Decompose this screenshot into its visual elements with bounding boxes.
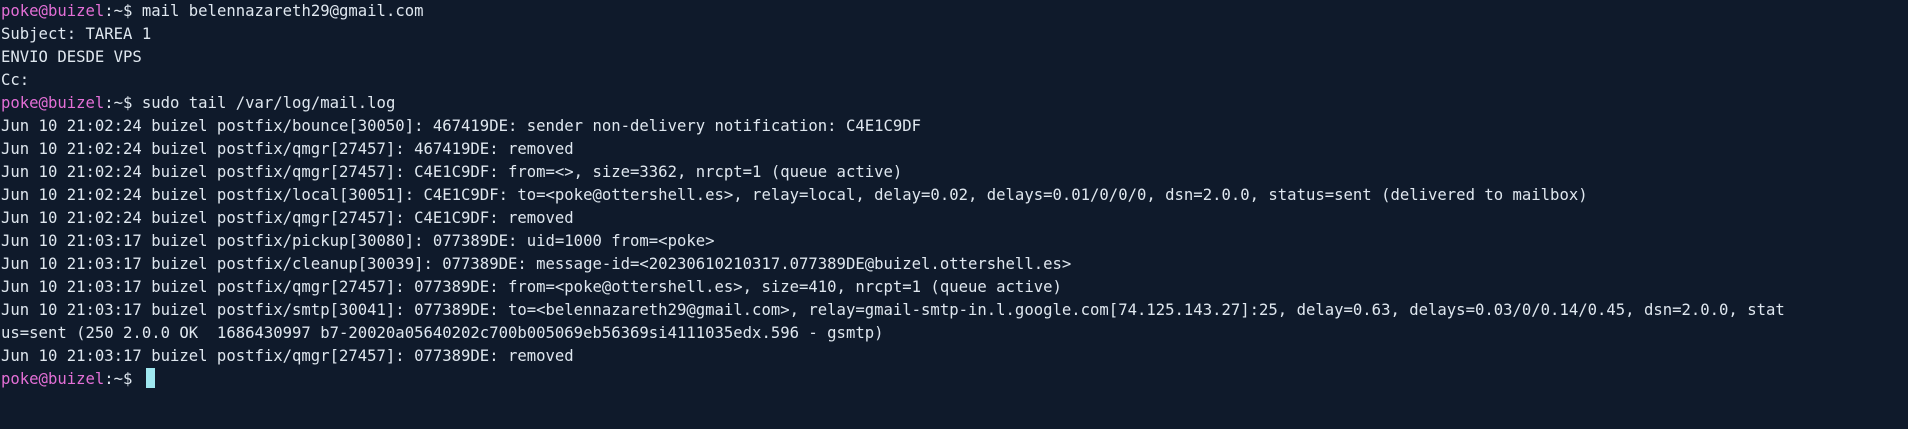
prompt-path: :~$ (104, 2, 142, 20)
log-line: Jun 10 21:02:24 buizel postfix/qmgr[2745… (1, 163, 903, 181)
log-line: Jun 10 21:02:24 buizel postfix/qmgr[2745… (1, 209, 574, 227)
log-line: Jun 10 21:03:17 buizel postfix/qmgr[2745… (1, 347, 574, 365)
log-line: Jun 10 21:03:17 buizel postfix/qmgr[2745… (1, 278, 1062, 296)
log-line: Jun 10 21:02:24 buizel postfix/bounce[30… (1, 117, 922, 135)
prompt-path: :~$ (104, 94, 142, 112)
prompt-user-host: poke@buizel (1, 94, 105, 112)
prompt-path: :~$ (104, 370, 142, 388)
terminal-line-prompt: poke@buizel:~$ sudo tail /var/log/mail.l… (1, 92, 1908, 115)
log-line: Jun 10 21:03:17 buizel postfix/cleanup[3… (1, 255, 1072, 273)
command-text: mail belennazareth29@gmail.com (141, 2, 424, 20)
terminal-output-line: ENVIO DESDE VPS (1, 48, 142, 66)
text-cursor (145, 368, 155, 388)
terminal-window[interactable]: poke@buizel:~$ mail belennazareth29@gmai… (0, 0, 1908, 429)
command-text: sudo tail /var/log/mail.log (141, 94, 396, 112)
prompt-user-host: poke@buizel (1, 370, 105, 388)
log-line: Jun 10 21:02:24 buizel postfix/local[300… (1, 186, 1588, 204)
log-line: Jun 10 21:03:17 buizel postfix/smtp[3004… (1, 301, 1785, 319)
log-line-wrapped: us=sent (250 2.0.0 OK 1686430997 b7-2002… (1, 324, 884, 342)
log-line: Jun 10 21:02:24 buizel postfix/qmgr[2745… (1, 140, 574, 158)
terminal-output-line: Subject: TAREA 1 (1, 25, 152, 43)
terminal-output-line: Cc: (1, 71, 30, 89)
log-line: Jun 10 21:03:17 buizel postfix/pickup[30… (1, 232, 715, 250)
prompt-user-host: poke@buizel (1, 2, 105, 20)
terminal-line-prompt-active[interactable]: poke@buizel:~$ (1, 368, 1908, 391)
terminal-line-prompt: poke@buizel:~$ mail belennazareth29@gmai… (1, 0, 1908, 23)
